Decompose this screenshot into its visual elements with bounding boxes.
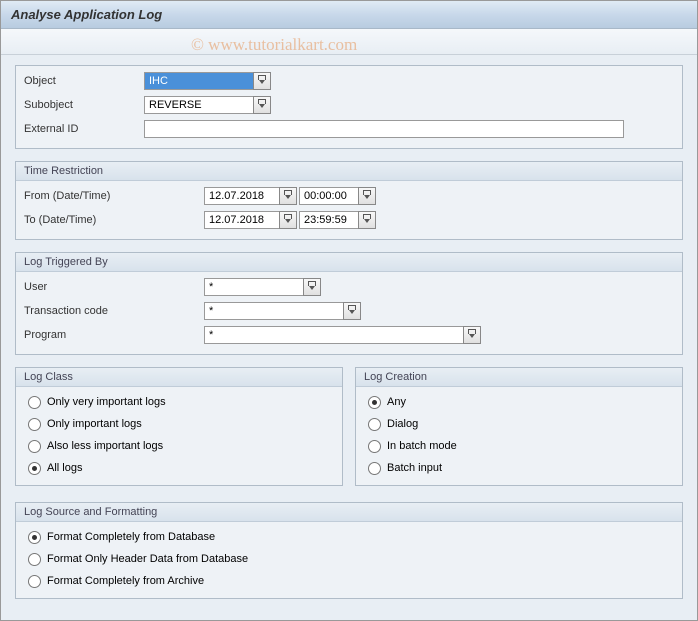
log-class-very-important-label: Only very important logs <box>47 396 166 408</box>
log-class-important-label: Only important logs <box>47 418 142 430</box>
dropdown-icon <box>285 219 291 223</box>
log-source-archive-label: Format Completely from Archive <box>47 575 204 587</box>
program-row: Program <box>24 324 674 346</box>
log-class-less-important-label: Also less important logs <box>47 440 163 452</box>
log-creation-batch-row[interactable]: In batch mode <box>364 435 674 457</box>
log-creation-dialog-label: Dialog <box>387 418 418 430</box>
log-creation-any-label: Any <box>387 396 406 408</box>
object-label: Object <box>24 75 144 87</box>
external-id-label: External ID <box>24 123 144 135</box>
user-input[interactable] <box>204 278 304 296</box>
log-source-db-full-row[interactable]: Format Completely from Database <box>24 526 674 548</box>
log-creation-dialog-row[interactable]: Dialog <box>364 413 674 435</box>
external-id-row: External ID <box>24 118 674 140</box>
log-creation-header: Log Creation <box>356 368 682 387</box>
time-restriction-group: Time Restriction From (Date/Time) To (Da… <box>15 161 683 240</box>
log-source-db-header-row[interactable]: Format Only Header Data from Database <box>24 548 674 570</box>
log-creation-batch-label: In batch mode <box>387 440 457 452</box>
object-input[interactable] <box>144 72 254 90</box>
dropdown-icon <box>364 195 370 199</box>
radio-db-full[interactable] <box>28 531 41 544</box>
log-class-important-row[interactable]: Only important logs <box>24 413 334 435</box>
from-row: From (Date/Time) <box>24 185 674 207</box>
log-class-all-label: All logs <box>47 462 82 474</box>
dropdown-icon <box>469 334 475 338</box>
log-creation-batch-input-label: Batch input <box>387 462 442 474</box>
two-column-row: Log Class Only very important logs Only … <box>15 367 683 490</box>
log-source-header: Log Source and Formatting <box>16 503 682 522</box>
from-label: From (Date/Time) <box>24 190 204 202</box>
dropdown-icon <box>259 104 265 108</box>
radio-any[interactable] <box>368 396 381 409</box>
to-row: To (Date/Time) <box>24 209 674 231</box>
log-class-very-important-row[interactable]: Only very important logs <box>24 391 334 413</box>
object-f4-button[interactable] <box>253 72 271 90</box>
radio-important[interactable] <box>28 418 41 431</box>
tcode-label: Transaction code <box>24 305 204 317</box>
program-input[interactable] <box>204 326 464 344</box>
dropdown-icon <box>285 195 291 199</box>
log-creation-batch-input-row[interactable]: Batch input <box>364 457 674 479</box>
to-label: To (Date/Time) <box>24 214 204 226</box>
radio-db-header[interactable] <box>28 553 41 566</box>
window-title-bar: Analyse Application Log <box>1 1 697 29</box>
subobject-input[interactable] <box>144 96 254 114</box>
program-label: Program <box>24 329 204 341</box>
from-date-f4[interactable] <box>279 187 297 205</box>
dropdown-icon <box>364 219 370 223</box>
toolbar <box>1 29 697 55</box>
subobject-f4-button[interactable] <box>253 96 271 114</box>
radio-dialog[interactable] <box>368 418 381 431</box>
user-label: User <box>24 281 204 293</box>
to-date-input[interactable] <box>204 211 280 229</box>
to-date-f4[interactable] <box>279 211 297 229</box>
to-time-f4[interactable] <box>358 211 376 229</box>
content-area: Object Subobject External ID Time Restri… <box>1 55 697 613</box>
log-triggered-group: Log Triggered By User Transaction code P… <box>15 252 683 355</box>
time-restriction-header: Time Restriction <box>16 162 682 181</box>
from-time-input[interactable] <box>299 187 359 205</box>
user-f4[interactable] <box>303 278 321 296</box>
radio-batch[interactable] <box>368 440 381 453</box>
log-source-db-full-label: Format Completely from Database <box>47 531 215 543</box>
radio-archive[interactable] <box>28 575 41 588</box>
to-time-input[interactable] <box>299 211 359 229</box>
log-creation-group: Log Creation Any Dialog In batch mode Ba… <box>355 367 683 486</box>
tcode-input[interactable] <box>204 302 344 320</box>
window-title: Analyse Application Log <box>11 7 162 22</box>
radio-very-important[interactable] <box>28 396 41 409</box>
log-class-less-important-row[interactable]: Also less important logs <box>24 435 334 457</box>
dropdown-icon <box>259 80 265 84</box>
radio-less-important[interactable] <box>28 440 41 453</box>
log-class-all-row[interactable]: All logs <box>24 457 334 479</box>
subobject-label: Subobject <box>24 99 144 111</box>
dropdown-icon <box>349 310 355 314</box>
radio-batch-input[interactable] <box>368 462 381 475</box>
log-class-header: Log Class <box>16 368 342 387</box>
from-time-f4[interactable] <box>358 187 376 205</box>
external-id-input[interactable] <box>144 120 624 138</box>
main-fields-group: Object Subobject External ID <box>15 65 683 149</box>
tcode-f4[interactable] <box>343 302 361 320</box>
log-source-group: Log Source and Formatting Format Complet… <box>15 502 683 599</box>
log-source-db-header-label: Format Only Header Data from Database <box>47 553 248 565</box>
log-creation-any-row[interactable]: Any <box>364 391 674 413</box>
log-triggered-header: Log Triggered By <box>16 253 682 272</box>
from-date-input[interactable] <box>204 187 280 205</box>
log-class-group: Log Class Only very important logs Only … <box>15 367 343 486</box>
object-row: Object <box>24 70 674 92</box>
tcode-row: Transaction code <box>24 300 674 322</box>
subobject-row: Subobject <box>24 94 674 116</box>
radio-all-logs[interactable] <box>28 462 41 475</box>
log-source-archive-row[interactable]: Format Completely from Archive <box>24 570 674 592</box>
program-f4[interactable] <box>463 326 481 344</box>
user-row: User <box>24 276 674 298</box>
dropdown-icon <box>309 286 315 290</box>
